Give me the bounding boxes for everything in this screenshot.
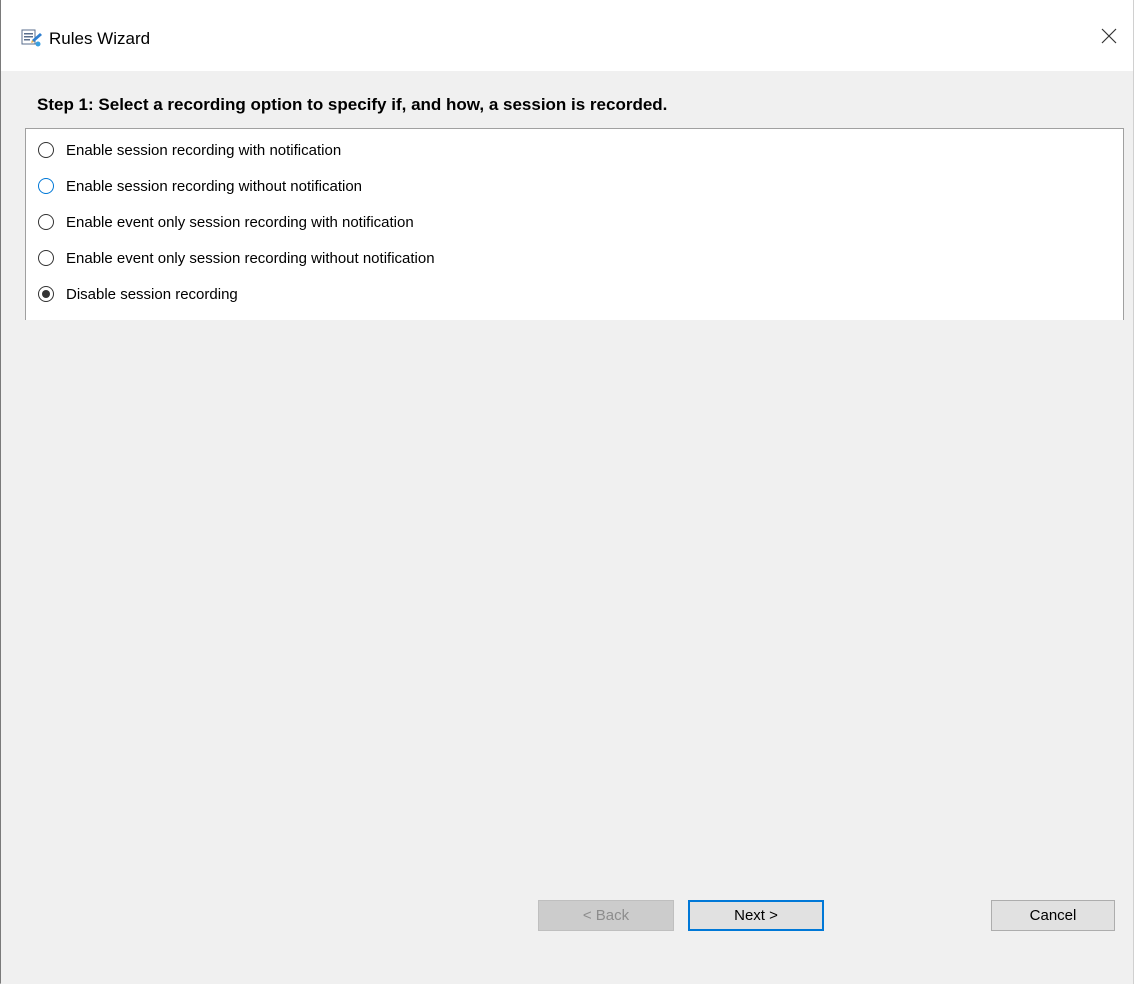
radio-button[interactable] xyxy=(38,142,54,158)
cancel-button[interactable]: Cancel xyxy=(991,900,1115,931)
option-label: Disable session recording xyxy=(66,285,238,303)
option-event-only-without-notification[interactable]: Enable event only session recording with… xyxy=(38,246,435,270)
option-label: Enable event only session recording with… xyxy=(66,213,414,231)
option-event-only-with-notification[interactable]: Enable event only session recording with… xyxy=(38,210,414,234)
radio-button[interactable] xyxy=(38,250,54,266)
close-button[interactable] xyxy=(1085,18,1133,58)
radio-button[interactable] xyxy=(38,214,54,230)
option-enable-without-notification[interactable]: Enable session recording without notific… xyxy=(38,174,362,198)
option-disable-recording[interactable]: Disable session recording xyxy=(38,282,238,306)
wizard-content: Step 1: Select a recording option to spe… xyxy=(1,71,1133,984)
window-title: Rules Wizard xyxy=(49,29,151,48)
option-label: Enable session recording without notific… xyxy=(66,177,363,195)
radio-button-selected[interactable] xyxy=(38,286,54,302)
next-button[interactable]: Next > xyxy=(688,900,824,931)
close-icon xyxy=(1101,28,1117,49)
radio-dot xyxy=(42,290,50,298)
rules-wizard-window: Rules Wizard Step 1: Select a recording … xyxy=(0,0,1134,984)
option-enable-with-notification[interactable]: Enable session recording with notificati… xyxy=(38,138,341,162)
title-bar: Rules Wizard xyxy=(1,0,1133,71)
option-label: Enable session recording with notificati… xyxy=(66,141,342,159)
back-button[interactable]: < Back xyxy=(538,900,674,931)
step-heading: Step 1: Select a recording option to spe… xyxy=(37,95,668,114)
option-label: Enable event only session recording with… xyxy=(66,249,435,267)
rules-wizard-icon xyxy=(21,28,43,48)
radio-button[interactable] xyxy=(38,178,54,194)
recording-options-panel: Enable session recording with notificati… xyxy=(25,128,1124,320)
